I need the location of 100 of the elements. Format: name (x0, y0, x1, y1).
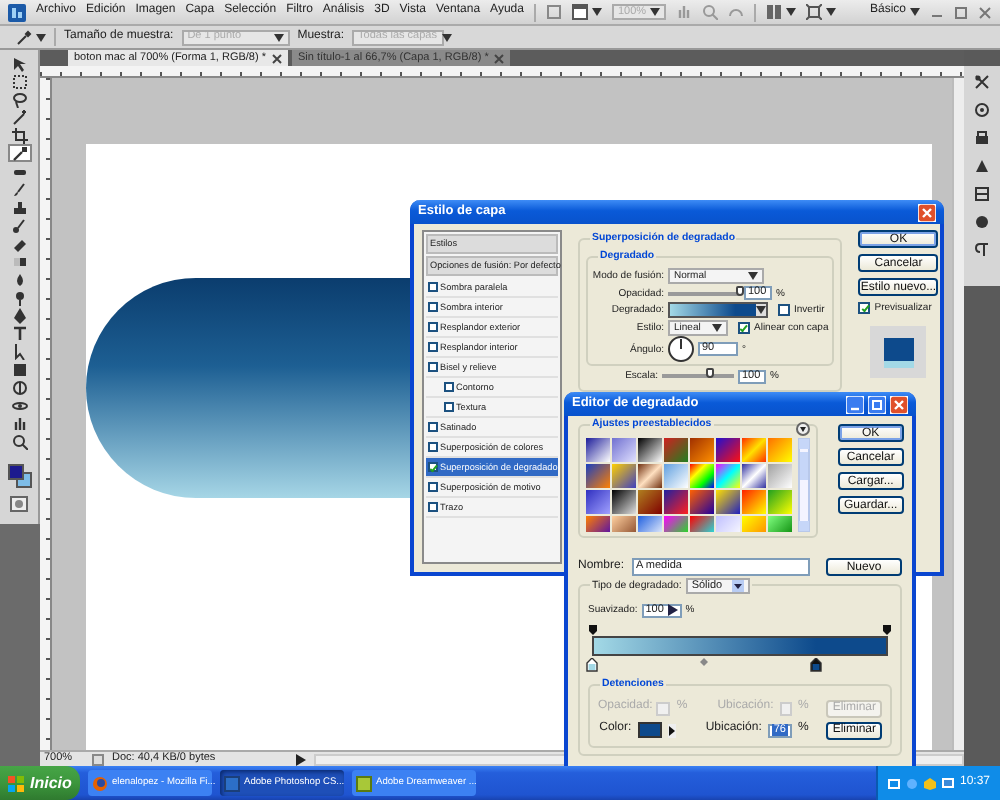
gradient-swatch[interactable] (612, 438, 636, 462)
bridge-icon[interactable] (545, 4, 562, 20)
location-input[interactable] (779, 701, 792, 715)
tool-button[interactable] (7, 72, 31, 90)
angle-dial[interactable] (668, 336, 694, 362)
foreground-swatch[interactable] (7, 464, 23, 480)
pen-icon (11, 307, 27, 323)
opacity-stop-icon[interactable] (882, 623, 892, 635)
opacity-input[interactable] (656, 701, 671, 715)
gradient-bar[interactable] (592, 635, 888, 655)
gradient-swatch[interactable] (664, 438, 688, 462)
checkbox[interactable] (428, 322, 438, 332)
gradient-swatch[interactable] (690, 438, 714, 462)
tool-button[interactable] (7, 90, 31, 108)
scroll-bar[interactable] (798, 438, 810, 532)
checkbox[interactable] (428, 302, 438, 312)
rotate-3d-icon (11, 379, 27, 395)
keyboard-icon[interactable] (887, 777, 900, 789)
menu-arrow-icon[interactable] (796, 422, 810, 436)
gradient-swatch[interactable] (638, 490, 662, 514)
tool-button[interactable] (7, 432, 31, 450)
view-extras-button[interactable] (571, 4, 602, 20)
checkbox[interactable] (778, 304, 790, 317)
gradient-swatch[interactable] (586, 490, 610, 514)
gradient-swatch[interactable] (638, 464, 662, 488)
tool-button[interactable] (7, 126, 31, 144)
gradient-swatch[interactable] (716, 464, 740, 488)
color-swatch[interactable] (637, 722, 662, 738)
checkbox[interactable] (428, 362, 438, 372)
dodge-icon (11, 289, 27, 305)
gradient-swatch[interactable] (690, 490, 714, 514)
target-icon[interactable] (974, 102, 990, 118)
tool-button[interactable] (7, 396, 31, 414)
checkbox[interactable] (444, 402, 454, 412)
close-icon[interactable] (978, 5, 992, 19)
gradient-swatch[interactable] (664, 464, 688, 488)
orbit-icon (11, 397, 27, 413)
caret-icon (441, 33, 451, 41)
slider[interactable] (662, 374, 734, 379)
caret-icon (731, 580, 744, 592)
zoom-icon (11, 433, 27, 449)
square-app-icon (224, 775, 240, 791)
checkbox[interactable] (858, 302, 871, 314)
globe-icon (92, 775, 108, 791)
gradient-swatch[interactable] (742, 464, 766, 488)
gradient-swatch[interactable] (586, 438, 610, 462)
checkbox[interactable] (428, 342, 438, 352)
triangle-icon[interactable] (974, 158, 990, 174)
brushes-icon[interactable] (974, 74, 990, 90)
tool-button[interactable] (7, 216, 31, 234)
caret-icon (826, 8, 837, 16)
minimize-icon[interactable] (846, 395, 864, 413)
close-icon[interactable] (271, 53, 282, 63)
gradient-swatch[interactable] (768, 438, 792, 462)
gradient-swatch[interactable] (664, 490, 688, 514)
opacity-stop-icon[interactable] (588, 623, 598, 635)
arrow-icon[interactable] (667, 723, 676, 737)
tool-button[interactable] (7, 378, 31, 396)
tool-preset-button[interactable] (16, 29, 46, 45)
gradient-swatch[interactable] (716, 490, 740, 514)
checkbox[interactable] (444, 382, 454, 392)
export-icon[interactable] (92, 753, 104, 765)
maximize-icon[interactable] (954, 5, 968, 19)
bag-icon[interactable] (974, 130, 990, 146)
scroll-bar[interactable] (952, 78, 964, 750)
gradient-swatch[interactable] (586, 464, 610, 488)
checkbox[interactable] (428, 422, 438, 432)
checkbox[interactable] (428, 282, 438, 292)
paragraph-icon[interactable] (974, 242, 990, 258)
checkbox[interactable] (428, 502, 438, 512)
gradient-swatch[interactable] (768, 490, 792, 514)
gradient-swatch[interactable] (716, 438, 740, 462)
checkbox[interactable] (738, 321, 750, 334)
play-arrow-icon[interactable] (296, 753, 306, 765)
gradient-swatch[interactable] (768, 464, 792, 488)
gradient-swatch[interactable] (742, 490, 766, 514)
slider[interactable] (668, 291, 740, 296)
gradient-swatch[interactable] (742, 438, 766, 462)
gradient-picker[interactable] (668, 302, 768, 319)
arrange-button[interactable] (766, 4, 797, 20)
move-arrow-icon (11, 55, 27, 71)
monitor-icon[interactable] (941, 777, 954, 789)
quick-mask-icon[interactable] (10, 496, 28, 512)
tool-button[interactable] (7, 144, 31, 162)
gradient-swatch[interactable] (612, 464, 636, 488)
start-button[interactable]: Inicio (0, 766, 80, 800)
checkbox[interactable] (428, 442, 438, 452)
circle-icon[interactable] (974, 214, 990, 230)
panel-icon[interactable] (974, 186, 990, 202)
gradient-swatch[interactable] (638, 438, 662, 462)
checkbox[interactable] (428, 482, 438, 492)
gradient-swatch[interactable] (612, 490, 636, 514)
color-stop[interactable] (586, 657, 598, 671)
color-stop[interactable] (810, 657, 823, 671)
checkbox[interactable] (428, 462, 438, 472)
slider-thumb[interactable] (705, 368, 714, 379)
caret-icon (756, 306, 766, 315)
gradient-swatch[interactable] (690, 464, 714, 488)
screen-mode-button[interactable] (806, 4, 837, 20)
drop-icon (11, 271, 27, 287)
